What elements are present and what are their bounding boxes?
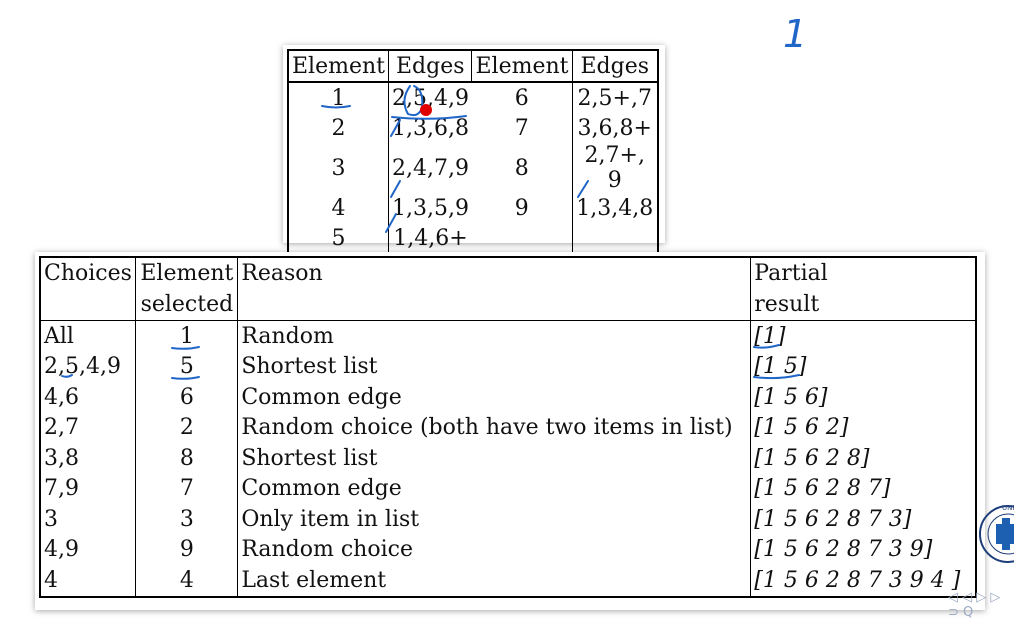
nav-arrows-icon[interactable]: ◁ ◁ ▷ ▷ ⊃ Q — [948, 590, 1014, 620]
element-selected-cell: 7 — [135, 473, 238, 504]
reason-cell: Last element — [237, 565, 751, 597]
choices-table: Choices Element selected Reason Partial re… — [39, 256, 977, 598]
header-edges-1: Edges — [388, 50, 472, 83]
table-row: 2 1,3,6,8 7 3,6,8+ — [288, 113, 658, 143]
edges-cell: 1,4,6+ — [388, 223, 472, 254]
choices-table-card: Choices Element selected Reason Partial re… — [35, 252, 985, 610]
table-row: 2,7 2 Random choice (both have two items i… — [40, 412, 976, 443]
element-cell: 7 — [514, 115, 529, 141]
partial-result-cell: [1 5 6] — [750, 382, 976, 413]
table-row: 7,9 7 Common edge [1 5 6 2 8 7] — [40, 473, 976, 504]
edges-cell: 2,7+, 9 — [571, 143, 658, 193]
element-cell: 8 — [514, 155, 529, 181]
element-cell: 6 — [514, 85, 529, 111]
partial-result-cell: [1 5 6 2 8] — [750, 443, 976, 474]
choices-cell: 3 — [44, 506, 58, 532]
element-selected-cell: 4 — [135, 565, 238, 597]
edges-cell: 2,5+,7 — [571, 82, 658, 113]
element-selected-cell: 1 — [135, 320, 238, 352]
reason-cell: Random choice — [237, 534, 751, 565]
choices-cell: 4,6 — [44, 384, 79, 410]
reason-cell: Shortest list — [237, 443, 751, 474]
edges-cell: 2,4,7,9 — [388, 143, 472, 193]
edges-cell — [571, 223, 658, 254]
reason-cell: Only item in list — [237, 504, 751, 535]
table-row: 2,5,4,9 5 Shortest list [1 5] — [40, 351, 976, 382]
choices-cell: 4,9 — [44, 537, 79, 563]
element-cell: 3 — [331, 155, 346, 181]
element-selected-cell: 3 — [135, 504, 238, 535]
edges-cell: 1,3,6,8 — [388, 113, 472, 143]
choices-table-header-row: Choices Element selected Reason Partial re… — [40, 257, 976, 321]
edges-cell: 1,3,4,8 — [571, 193, 658, 223]
element-cell: 2 — [331, 115, 346, 141]
table-row: 5 1,4,6+ — [288, 223, 658, 254]
choices-cell: All — [44, 323, 74, 349]
handwritten-slide-number: 1 — [783, 12, 808, 56]
table-row: All 1 Random [1] — [40, 320, 976, 352]
header-reason: Reason — [237, 257, 751, 321]
header-edges-2: Edges — [571, 50, 658, 83]
element-cell — [472, 223, 572, 254]
choices-cell: 4 — [44, 567, 58, 593]
table-row: 3 3 Only item in list [1 5 6 2 8 7 3] — [40, 504, 976, 535]
edges-cell: 2,5,4,9 — [388, 82, 472, 113]
table-row: 1 2,5,4,9 6 2,5+,7 — [288, 82, 658, 113]
reason-cell: Shortest list — [237, 351, 751, 382]
partial-result-cell: [1 5 6 2 8 7 3 9] — [750, 534, 976, 565]
choices-cell: 7,9 — [44, 476, 79, 502]
reason-cell: Random choice (both have two items in li… — [237, 412, 751, 443]
reason-cell: Common edge — [237, 382, 751, 413]
choices-cell: 3,8 — [44, 445, 79, 471]
header-element-1: Element — [288, 50, 389, 83]
header-choices: Choices — [40, 257, 136, 321]
table-row: 4 4 Last element [1 5 6 2 8 7 3 9 4 ] — [40, 565, 976, 597]
university-seal-icon: UNIVERSITET — [979, 504, 1014, 563]
reason-cell: Common edge — [237, 473, 751, 504]
element-selected-cell: 2 — [135, 412, 238, 443]
partial-result-cell: [1 5 6 2] — [750, 412, 976, 443]
table-row: 4,9 9 Random choice [1 5 6 2 8 7 3 9] — [40, 534, 976, 565]
element-cell: 9 — [514, 195, 529, 221]
partial-result-cell: [1 5 6 2 8 7 3] — [750, 504, 976, 535]
reason-cell: Random — [237, 320, 751, 352]
partial-result-cell: [1 5] — [750, 351, 976, 382]
choices-cell: 2,7 — [44, 415, 79, 441]
edges-cell: 3,6,8+ — [571, 113, 658, 143]
element-cell: 1 — [331, 85, 346, 111]
table-row: 4 1,3,5,9 9 1,3,4,8 — [288, 193, 658, 223]
partial-result-cell: [1] — [750, 320, 976, 352]
edges-cell: 1,3,5,9 — [388, 193, 472, 223]
element-selected-cell: 8 — [135, 443, 238, 474]
header-element-selected: Element selected — [135, 257, 238, 321]
edges-table-header-row: Element Edges Element Edges — [288, 50, 658, 83]
table-row: 4,6 6 Common edge [1 5 6] — [40, 382, 976, 413]
partial-result-cell: [1 5 6 2 8 7] — [750, 473, 976, 504]
choices-cell: 2,5,4,9 — [44, 354, 121, 380]
header-element-2: Element — [471, 50, 572, 83]
svg-text:UNIVERSITET: UNIVERSITET — [1002, 504, 1014, 512]
partial-result-cell: [1 5 6 2 8 7 3 9 4 ] — [750, 565, 976, 597]
edges-table-card: Element Edges Element Edges 1 2,5,4,9 6 … — [283, 45, 665, 255]
table-row: 3 2,4,7,9 8 2,7+, 9 — [288, 143, 658, 193]
element-cell: 4 — [331, 195, 346, 221]
element-selected-cell: 9 — [135, 534, 238, 565]
header-partial-result: Partial result — [750, 257, 976, 321]
element-selected-cell: 6 — [135, 382, 238, 413]
table-row: 3,8 8 Shortest list [1 5 6 2 8] — [40, 443, 976, 474]
element-selected-cell: 5 — [135, 351, 238, 382]
element-cell: 5 — [331, 225, 346, 251]
edges-table: Element Edges Element Edges 1 2,5,4,9 6 … — [287, 49, 659, 255]
